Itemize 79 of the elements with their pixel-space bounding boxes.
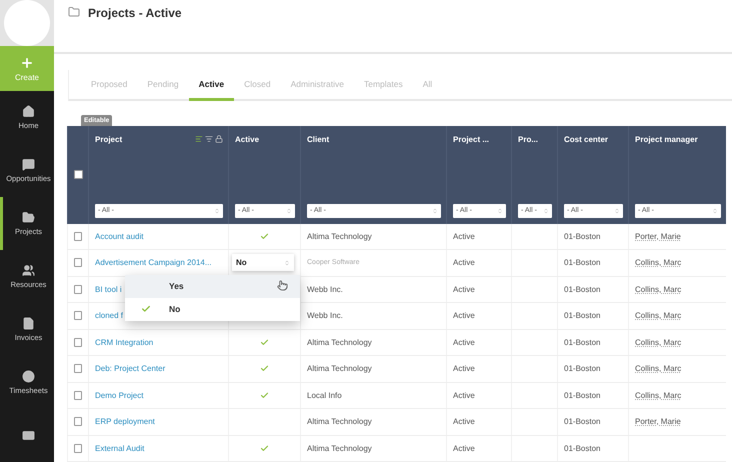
table-cell: Active bbox=[453, 258, 475, 268]
project-link[interactable]: cloned f bbox=[95, 311, 124, 320]
table-cell: 01-Boston bbox=[564, 311, 600, 320]
dropdown-option[interactable]: Yes bbox=[125, 274, 300, 298]
lock-icon[interactable] bbox=[215, 134, 223, 142]
row-checkbox[interactable] bbox=[74, 338, 82, 347]
table-cell: Active bbox=[453, 284, 475, 294]
table-cell: Active bbox=[453, 390, 475, 400]
project-link[interactable]: External Audit bbox=[95, 444, 144, 453]
chat-icon bbox=[22, 158, 35, 171]
column-header[interactable]: Project bbox=[95, 134, 122, 144]
tab[interactable]: Active bbox=[188, 70, 234, 100]
hand-cursor-icon bbox=[277, 280, 288, 290]
manager-link[interactable]: Porter, Marie bbox=[635, 232, 681, 241]
manager-link[interactable]: Collins, Marc bbox=[635, 338, 682, 347]
manager-link[interactable]: Collins, Marc bbox=[635, 258, 682, 268]
table-cell: 01-Boston bbox=[564, 258, 600, 268]
project-link[interactable]: Deb: Project Center bbox=[95, 364, 166, 374]
column-header[interactable]: Project manager bbox=[635, 134, 698, 144]
manager-link[interactable]: Collins, Marc bbox=[635, 311, 682, 320]
project-link[interactable]: ERP deployment bbox=[95, 417, 155, 426]
table-cell: Webb Inc. bbox=[307, 311, 343, 320]
row-checkbox[interactable] bbox=[74, 417, 82, 426]
manager-link[interactable]: Collins, Marc bbox=[635, 284, 682, 294]
sort-icon[interactable] bbox=[195, 134, 203, 142]
filter-icon[interactable] bbox=[205, 134, 213, 142]
table-cell: Active bbox=[453, 311, 475, 320]
card-icon bbox=[22, 429, 35, 442]
row-checkbox[interactable] bbox=[74, 390, 82, 400]
page-title: Projects - Active bbox=[88, 6, 182, 20]
manager-link[interactable]: Porter, Marie bbox=[635, 417, 681, 426]
table-cell: 01-Boston bbox=[564, 390, 600, 400]
table-cell: Active bbox=[453, 364, 475, 374]
project-link[interactable]: CRM Integration bbox=[95, 338, 154, 347]
row-checkbox[interactable] bbox=[74, 232, 82, 241]
people-icon bbox=[22, 264, 35, 277]
table-cell: Active bbox=[453, 444, 475, 453]
row-checkbox[interactable] bbox=[74, 364, 82, 374]
project-link[interactable]: Demo Project bbox=[95, 390, 144, 400]
table-cell: 01-Boston bbox=[564, 417, 600, 426]
table-cell: Altima Technology bbox=[307, 338, 372, 347]
plus-icon bbox=[20, 56, 34, 70]
active-select[interactable]: No bbox=[232, 254, 294, 272]
table-cell: Active bbox=[453, 417, 475, 426]
clock-icon bbox=[22, 370, 35, 383]
table-cell: Altima Technology bbox=[307, 232, 372, 241]
home-icon bbox=[22, 105, 35, 118]
table-cell: Active bbox=[453, 232, 475, 241]
document-icon bbox=[22, 317, 35, 330]
dropdown-option[interactable]: No bbox=[125, 298, 300, 320]
project-link[interactable]: Advertisement Campaign 2014... bbox=[95, 258, 212, 268]
row-checkbox[interactable] bbox=[74, 284, 82, 294]
table-cell: Altima Technology bbox=[307, 444, 372, 453]
table-cell: 01-Boston bbox=[564, 338, 600, 347]
column-header[interactable]: Pro... bbox=[518, 134, 538, 144]
row-checkbox[interactable] bbox=[74, 258, 82, 268]
column-header[interactable]: Active bbox=[235, 134, 260, 144]
column-header[interactable]: Cost center bbox=[564, 134, 608, 144]
row-checkbox[interactable] bbox=[74, 444, 82, 453]
row-checkbox[interactable] bbox=[74, 311, 82, 320]
project-link[interactable]: BI tool i bbox=[95, 284, 122, 294]
select-all-checkbox[interactable] bbox=[74, 170, 82, 179]
column-header[interactable]: Project ... bbox=[453, 134, 490, 144]
table-cell: 01-Boston bbox=[564, 364, 600, 374]
folder-icon bbox=[22, 211, 35, 224]
table-cell: 01-Boston bbox=[564, 284, 600, 294]
table-cell: Webb Inc. bbox=[307, 284, 343, 294]
table-cell: Altima Technology bbox=[307, 417, 372, 426]
table-cell: 01-Boston bbox=[564, 232, 600, 241]
table-cell: Altima Technology bbox=[307, 364, 372, 374]
manager-link[interactable]: Collins, Marc bbox=[635, 364, 682, 374]
manager-link[interactable]: Collins, Marc bbox=[635, 390, 682, 400]
column-header[interactable]: Client bbox=[307, 134, 330, 144]
project-link[interactable]: Account audit bbox=[95, 232, 144, 241]
folder-icon bbox=[68, 6, 80, 18]
table-cell: Active bbox=[453, 338, 475, 347]
check-icon bbox=[141, 304, 151, 314]
table-cell: Local Info bbox=[307, 390, 342, 400]
table-cell: 01-Boston bbox=[564, 444, 600, 453]
